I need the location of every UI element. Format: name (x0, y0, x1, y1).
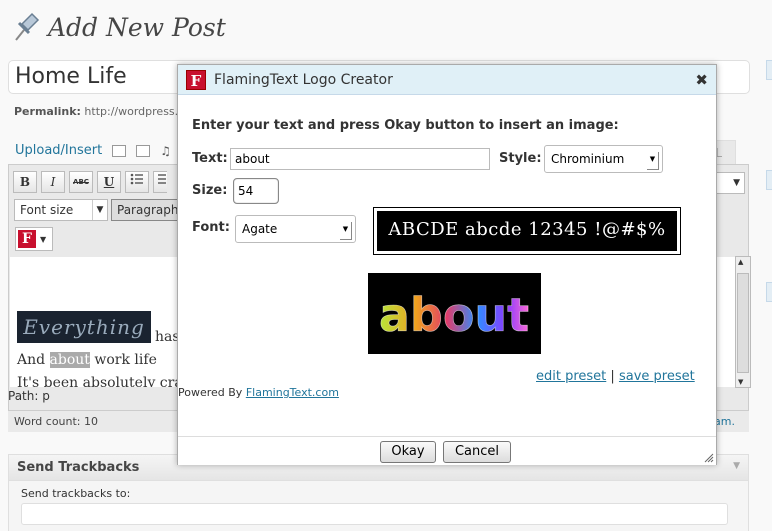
editor-right-dropdown[interactable]: ▼ (715, 172, 745, 194)
resize-grip-icon[interactable] (704, 453, 714, 463)
add-image-icon[interactable] (112, 144, 127, 157)
chevron-down-icon: ▼ (647, 152, 659, 170)
chevron-down-icon: ▼ (92, 200, 107, 220)
font-preview-text: ABCDE abcde 12345 !@#$% (377, 211, 677, 251)
editor-path: Path: p (8, 389, 50, 403)
font-label: Font: (192, 220, 230, 235)
flamingtext-logo-icon: F (186, 69, 206, 90)
content-line-1: has (155, 329, 180, 345)
edit-preset-link[interactable]: edit preset (536, 369, 606, 384)
italic-button[interactable]: I (41, 171, 65, 193)
send-trackbacks-box: Send Trackbacks ▼ Send trackbacks to: (8, 454, 749, 531)
bold-button[interactable]: B (13, 171, 37, 193)
upload-insert-link[interactable]: Upload/Insert (15, 143, 102, 158)
numbered-list-icon (157, 174, 166, 184)
bullet-list-icon (130, 173, 143, 185)
dialog-title: FlamingText Logo Creator (214, 71, 393, 88)
text-input[interactable]: about (230, 148, 490, 170)
font-preview-image: ABCDE abcde 12345 !@#$% (373, 207, 681, 255)
size-label: Size: (192, 183, 228, 198)
logo-preview-graphic: about (379, 288, 530, 343)
text-label: Text: (192, 151, 228, 166)
bullet-list-button[interactable] (125, 171, 149, 193)
side-panel-fragment (766, 282, 772, 302)
page-title: Add New Post (48, 12, 226, 42)
style-label: Style: (499, 151, 542, 166)
permalink-url[interactable]: http://wordpress. (84, 105, 178, 118)
font-select[interactable]: Agate ▼ (235, 215, 356, 243)
upload-insert-row: Upload/Insert ♫ (15, 143, 171, 158)
flamingtext-dialog: F FlamingText Logo Creator ✖ Enter your … (177, 64, 717, 465)
selected-text: about (49, 352, 90, 368)
flamingtext-toolbar-button[interactable]: F ▼ (15, 227, 53, 251)
trackbacks-label: Send trackbacks to: (21, 487, 131, 500)
style-select[interactable]: Chrominium ▼ (544, 145, 663, 173)
word-count: Word count: 10 (14, 415, 99, 428)
dialog-body: Enter your text and press Okay button to… (178, 96, 716, 436)
strikethrough-button[interactable]: ABC (69, 171, 93, 193)
flamingtext-logo-icon: F (18, 230, 36, 248)
close-icon[interactable]: ✖ (695, 71, 708, 89)
add-video-icon[interactable] (136, 144, 151, 157)
powered-by: Powered By FlamingText.com (178, 386, 339, 399)
powered-by-prefix: Powered By (178, 386, 246, 399)
okay-button[interactable]: Okay (380, 441, 436, 463)
content-text: And (17, 352, 50, 368)
dialog-titlebar[interactable]: F FlamingText Logo Creator ✖ (178, 65, 716, 95)
dialog-footer: Okay Cancel (178, 436, 716, 465)
style-value: Chrominium (551, 152, 625, 166)
side-panel-fragment (766, 60, 772, 80)
logo-preview-text: about (379, 288, 529, 342)
underline-button[interactable]: U (97, 171, 121, 193)
pushpin-icon (15, 12, 40, 41)
font-value: Agate (242, 222, 278, 236)
scroll-up-icon[interactable]: ▲ (738, 258, 743, 266)
autosave-status: am. (714, 415, 735, 428)
editor-toolbar: B I ABC U (13, 171, 171, 193)
save-preset-link[interactable]: save preset (619, 369, 695, 384)
editor-scrollbar[interactable]: ▲ ▼ (735, 256, 751, 388)
chevron-down-icon: ▼ (340, 222, 352, 240)
preset-links: edit preset | save preset (536, 369, 695, 384)
trackbacks-input[interactable] (21, 503, 728, 525)
numbered-list-button[interactable] (153, 171, 167, 193)
add-audio-icon[interactable]: ♫ (160, 144, 171, 158)
permalink-label: Permalink: (14, 105, 81, 118)
content-line-3: It's been absolutely cra (17, 375, 183, 387)
scrollbar-thumb[interactable] (737, 273, 749, 373)
collapse-toggle-icon[interactable]: ▼ (733, 461, 740, 471)
links-separator: | (610, 369, 615, 384)
dialog-instruction: Enter your text and press Okay button to… (192, 118, 619, 133)
trackbacks-heading: Send Trackbacks (17, 460, 140, 475)
logo-preview-image: about (368, 273, 541, 354)
page-header: Add New Post (10, 10, 226, 44)
font-size-label: Font size (20, 203, 74, 217)
flamingtext-link[interactable]: FlamingText.com (246, 386, 339, 399)
font-size-select[interactable]: Font size ▼ (14, 199, 108, 221)
cancel-button[interactable]: Cancel (443, 441, 511, 463)
size-input[interactable]: 54 (233, 178, 279, 204)
permalink-row: Permalink: http://wordpress. (14, 105, 178, 118)
side-panel-fragment (766, 170, 772, 190)
scroll-down-icon[interactable]: ▼ (738, 378, 743, 386)
content-line-2: And about work life (17, 352, 157, 368)
content-text: work life (89, 352, 157, 368)
chevron-down-icon: ▼ (40, 234, 47, 244)
everything-logo-image[interactable]: Everything (17, 311, 151, 343)
